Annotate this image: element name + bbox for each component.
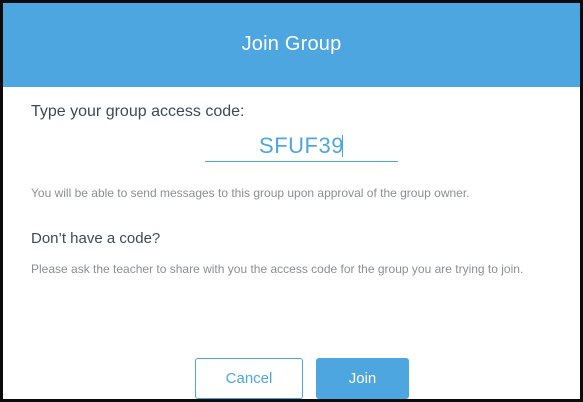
dialog-header: Join Group xyxy=(3,3,580,87)
join-button[interactable]: Join xyxy=(316,358,409,399)
approval-note: You will be able to send messages to thi… xyxy=(31,186,470,200)
no-code-help-text: Please ask the teacher to share with you… xyxy=(31,262,524,276)
cancel-button[interactable]: Cancel xyxy=(195,358,303,399)
access-code-label: Type your group access code: xyxy=(31,103,245,120)
dialog-title: Join Group xyxy=(241,32,342,55)
access-code-input[interactable] xyxy=(205,131,398,161)
no-code-heading: Don’t have a code? xyxy=(31,230,161,247)
text-caret xyxy=(342,135,343,157)
join-group-dialog: Join Group Type your group access code: … xyxy=(0,0,583,402)
access-code-field-wrapper xyxy=(205,131,398,162)
